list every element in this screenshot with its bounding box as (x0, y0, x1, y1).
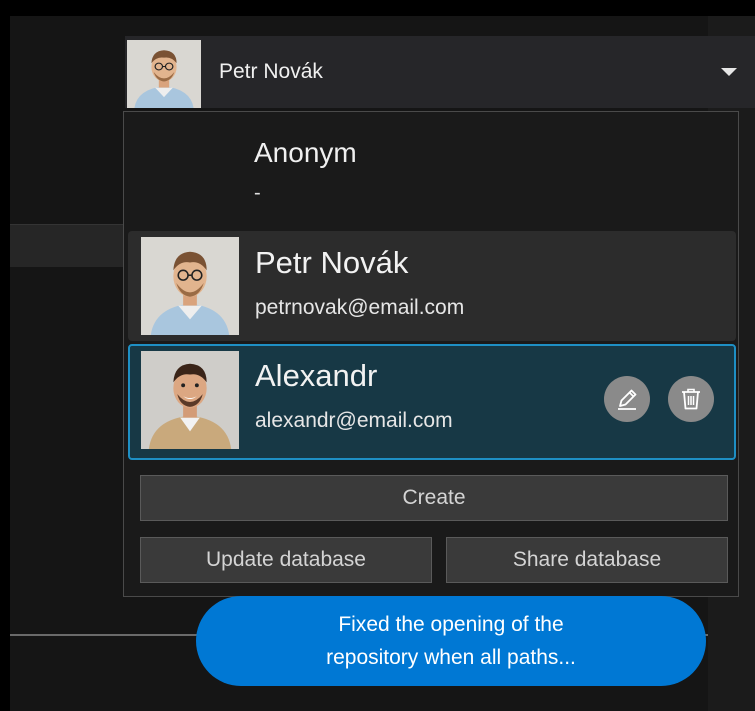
current-user-avatar (127, 40, 201, 108)
user-item-petr[interactable]: Petr Novák petrnovak@email.com (128, 231, 736, 341)
notification-line-1: Fixed the opening of the (338, 613, 564, 636)
delete-user-button[interactable] (668, 376, 714, 422)
user-name: Anonym (254, 137, 357, 168)
current-user-name: Petr Novák (219, 60, 323, 83)
create-user-button[interactable]: Create (140, 475, 728, 521)
user-selector[interactable]: Petr Novák (125, 36, 755, 108)
user-email: - (254, 182, 261, 204)
user-name: Alexandr (255, 358, 378, 393)
avatar (141, 351, 239, 449)
user-dropdown: Anonym - Petr Novák petrnovak@email.com (123, 111, 739, 597)
notification-line-2: repository when all paths... (326, 646, 576, 669)
background-divider (10, 634, 210, 636)
notification-toast[interactable]: Fixed the opening of the repository when… (196, 596, 706, 686)
pencil-icon (618, 389, 637, 410)
background-strip (10, 224, 125, 267)
user-item-anonymous[interactable]: Anonym - (124, 112, 738, 228)
edit-user-button[interactable] (604, 376, 650, 422)
chevron-down-icon[interactable] (721, 68, 737, 76)
user-email: petrnovak@email.com (255, 296, 465, 319)
user-name: Petr Novák (255, 245, 409, 280)
user-email: alexandr@email.com (255, 409, 453, 432)
update-database-button[interactable]: Update database (140, 537, 432, 583)
avatar (141, 237, 239, 335)
trash-icon (682, 388, 700, 410)
user-item-alexandr[interactable]: Alexandr alexandr@email.com (128, 344, 736, 460)
share-database-button[interactable]: Share database (446, 537, 728, 583)
